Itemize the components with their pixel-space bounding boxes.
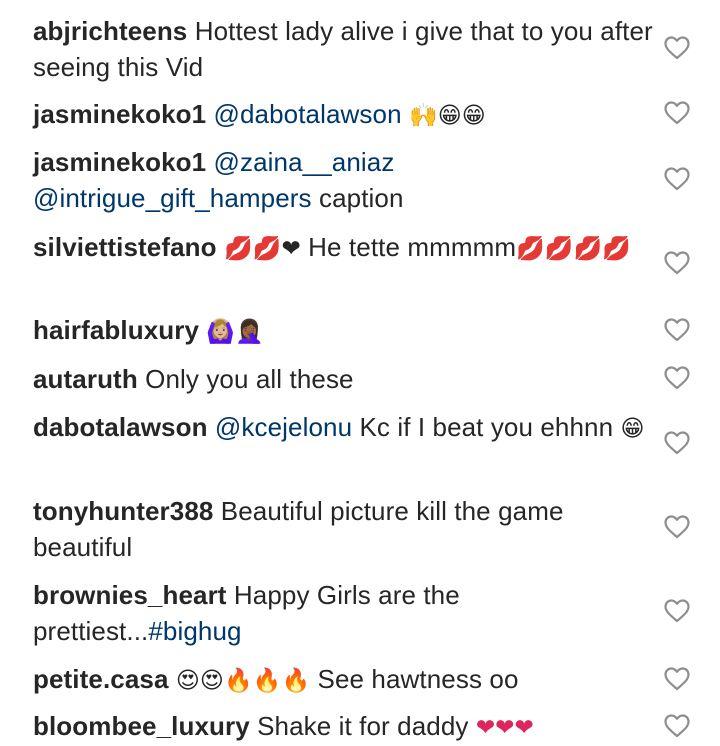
comment-item: hairfabluxury 🙆🏼‍♀️🤦🏾‍♀️ xyxy=(33,312,653,350)
comment-mention[interactable]: @intrigue_gift_hampers xyxy=(33,183,312,213)
comment-item: autaruth Only you all these xyxy=(33,361,653,397)
comment-text: He tette mmmmm xyxy=(308,232,517,262)
comment-item: jasminekoko1 @dabotalawson 🙌😁😁 xyxy=(33,96,653,134)
comment-text: caption xyxy=(318,183,404,213)
comment-emoji: 🙆🏼‍♀️🤦🏾‍♀️ xyxy=(206,319,264,345)
comment-emoji: 🙌😁😁 xyxy=(408,103,486,129)
comment-mention[interactable]: @zaina__aniaz xyxy=(214,147,395,177)
like-heart-icon[interactable] xyxy=(664,318,690,342)
comment-text: See hawtness oo xyxy=(317,664,519,694)
like-heart-icon[interactable] xyxy=(664,714,690,738)
comment-item: bloombee_luxury Shake it for daddy ❤❤❤ xyxy=(33,708,653,746)
like-heart-icon[interactable] xyxy=(664,431,690,455)
comment-username[interactable]: petite.casa xyxy=(33,664,169,694)
comment-mention[interactable]: @kcejelonu xyxy=(215,412,352,442)
comment-item: petite.casa 😍😍🔥🔥🔥 See hawtness oo xyxy=(33,661,653,699)
comment-emoji: 💋💋💋💋 xyxy=(516,236,632,262)
comment-emoji: ❤❤❤ xyxy=(475,715,534,741)
comment-item: brownies_heart Happy Girls are the prett… xyxy=(33,577,653,649)
like-heart-icon[interactable] xyxy=(664,366,690,390)
comment-item: jasminekoko1 @zaina__aniaz @intrigue_gif… xyxy=(33,144,653,216)
comment-username[interactable]: jasminekoko1 xyxy=(33,99,206,129)
comment-item: abjrichteens Hottest lady alive i give t… xyxy=(33,13,653,85)
comment-username[interactable]: jasminekoko1 xyxy=(33,147,206,177)
like-heart-icon[interactable] xyxy=(664,599,690,623)
comment-username[interactable]: brownies_heart xyxy=(33,580,227,610)
comment-item: tonyhunter388 Beautiful picture kill the… xyxy=(33,493,653,565)
comment-item: dabotalawson @kcejelonu Kc if I beat you… xyxy=(33,409,653,447)
comment-mention[interactable]: @dabotalawson xyxy=(214,99,402,129)
comment-text: Only you all these xyxy=(145,364,354,394)
comment-username[interactable]: abjrichteens xyxy=(33,16,187,46)
like-heart-icon[interactable] xyxy=(664,667,690,691)
comment-item: silviettistefano 💋💋❤ He tette mmmmm💋💋💋💋 xyxy=(33,229,653,267)
comment-username[interactable]: autaruth xyxy=(33,364,138,394)
comment-username[interactable]: tonyhunter388 xyxy=(33,496,213,526)
comment-text: Kc if I beat you ehhnn xyxy=(359,412,614,442)
comment-hashtag[interactable]: #bighug xyxy=(148,616,241,646)
comment-username[interactable]: silviettistefano xyxy=(33,232,217,262)
like-heart-icon[interactable] xyxy=(664,251,690,275)
comment-emoji: 💋💋❤ xyxy=(223,236,301,262)
comment-username[interactable]: hairfabluxury xyxy=(33,315,199,345)
like-heart-icon[interactable] xyxy=(664,36,690,60)
like-heart-icon[interactable] xyxy=(664,101,690,125)
like-heart-icon[interactable] xyxy=(664,515,690,539)
comment-text: Shake it for daddy xyxy=(257,711,469,741)
comment-username[interactable]: bloombee_luxury xyxy=(33,711,250,741)
comment-emoji: 😍😍🔥🔥🔥 xyxy=(175,668,311,694)
comment-username[interactable]: dabotalawson xyxy=(33,412,208,442)
comment-emoji: 😁 xyxy=(620,416,645,442)
like-heart-icon[interactable] xyxy=(664,167,690,191)
